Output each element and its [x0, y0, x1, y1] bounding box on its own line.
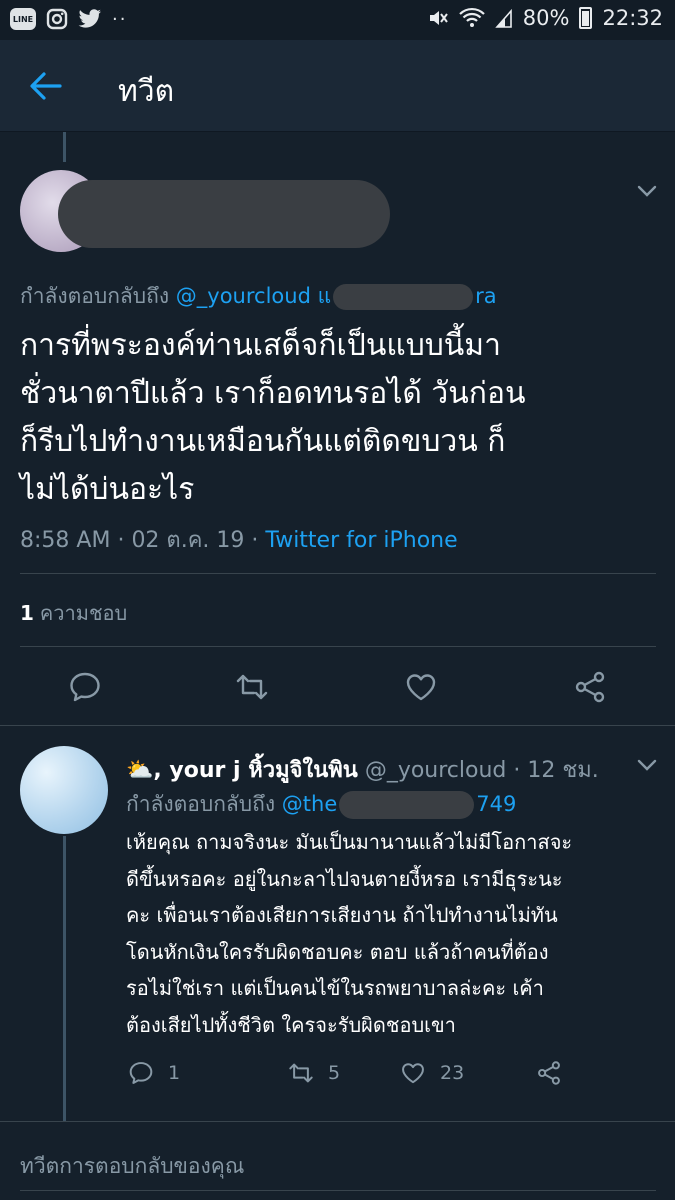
- reply-mention[interactable]: @_yourcloud แ: [176, 284, 331, 308]
- meta-separator: ·: [251, 528, 266, 553]
- reply-mention[interactable]: @the: [282, 792, 337, 816]
- reply-display-name[interactable]: ⛅, your j หิ้วมูจิในพิน: [126, 758, 358, 783]
- reply-icon: [129, 1062, 153, 1084]
- wifi-icon: [459, 7, 485, 27]
- like-heart-icon: [402, 1063, 424, 1084]
- tweet-time: 8:58 AM: [20, 528, 111, 553]
- redacted-mention: [339, 791, 475, 819]
- meta-separator: ·: [117, 528, 132, 553]
- battery-percent: 80%: [522, 6, 570, 30]
- like-label: ความชอบ: [39, 601, 128, 625]
- redacted-mention: [333, 284, 474, 310]
- divider: [20, 573, 656, 574]
- replying-to-label: กำลังตอบกลับถึง: [126, 792, 276, 816]
- reply-text-line: ดีขึ้นหรอคะ อยู่ในกะลาไปจนตายงี้หรอ เราม…: [126, 866, 563, 891]
- section-divider: [0, 725, 675, 726]
- app-bar: ทวีต: [0, 40, 675, 132]
- reply-icon[interactable]: [68, 670, 102, 704]
- composer-divider: [0, 1121, 675, 1122]
- redacted-author-name: [58, 180, 390, 248]
- status-bar: LINE ·· 80% 22:32: [0, 0, 675, 40]
- reply-text-line: โดนหักเงินใครรับผิดชอบคะ ตอบ แล้วถ้าคนที…: [126, 939, 549, 964]
- replying-to: กำลังตอบกลับถึง @_yourcloud แ ra: [20, 280, 497, 313]
- tweet-source[interactable]: Twitter for iPhone: [265, 528, 457, 553]
- thread-line-top: [63, 132, 66, 162]
- status-right: 80% 22:32: [427, 6, 663, 30]
- tweet-text-line: ชั่วนาตาปีแล้ว เราก็อดทนรอได้ วันก่อน: [20, 376, 526, 411]
- page-title: ทวีต: [118, 74, 175, 109]
- reply-header: ⛅, your j หิ้วมูจิในพิน @_yourcloud · 12…: [126, 752, 599, 787]
- line-app-icon: LINE: [10, 8, 36, 30]
- share-icon: [538, 1061, 560, 1085]
- retweet-action[interactable]: 5: [288, 1060, 340, 1086]
- replying-to: กำลังตอบกลับถึง @the 749: [126, 788, 516, 821]
- tweet-text: การที่พระองค์ท่านเสด็จก็เป็นแบบนี้มา ชั่…: [20, 322, 660, 514]
- mute-icon: [429, 11, 448, 25]
- chevron-down-icon[interactable]: [636, 184, 658, 198]
- reply-text-line: ต้องเสียไปทั้งชีวิต ใครจะรับผิดชอบเขา: [126, 1012, 456, 1037]
- tweet-text-line: ไม่ได้บ่นอะไร: [20, 472, 195, 507]
- notification-dots: ··: [112, 8, 128, 30]
- composer-underline: [20, 1190, 656, 1191]
- reply-text-line: คะ เพื่อนเราต้องเสียการเสียงาน ถ้าไปทำงา…: [126, 903, 558, 927]
- back-arrow-icon[interactable]: [26, 68, 66, 104]
- clock: 22:32: [602, 6, 663, 30]
- share-action[interactable]: [536, 1060, 562, 1086]
- retweet-icon: [289, 1063, 313, 1083]
- reply-action[interactable]: 1: [128, 1060, 180, 1086]
- like-heart-icon[interactable]: [404, 670, 438, 704]
- reply-text-line: เห้ยคุณ ถามจริงนะ มันเป็นมานานแล้วไม่มีโ…: [126, 830, 573, 854]
- reply-handle[interactable]: @_yourcloud: [365, 758, 507, 783]
- reply-avatar[interactable]: [20, 746, 108, 834]
- thread-line: [63, 836, 66, 1122]
- meta-separator: ·: [513, 758, 521, 783]
- signal-icon: [495, 8, 512, 28]
- chevron-down-icon[interactable]: [636, 758, 658, 772]
- tweet-meta: 8:58 AM · 02 ต.ค. 19 · Twitter for iPhon…: [20, 522, 458, 557]
- reply-time-ago: 12 ชม.: [527, 758, 599, 783]
- tweet-text-line: การที่พระองค์ท่านเสด็จก็เป็นแบบนี้มา: [20, 328, 501, 363]
- tweet-actions: [0, 660, 675, 716]
- twitter-bird-icon: [78, 9, 101, 28]
- likes-summary[interactable]: 1 ความชอบ: [20, 597, 127, 629]
- tweet-text-line: ก็รีบไปทำงานเหมือนกันแต่ติดขบวน ก็: [20, 424, 506, 459]
- battery-icon: [579, 7, 593, 29]
- reply-actions: 1 5 23: [126, 1060, 646, 1100]
- like-count: 23: [440, 1062, 465, 1084]
- share-icon[interactable]: [573, 670, 607, 704]
- like-action[interactable]: 23: [400, 1060, 464, 1086]
- reply-text: เห้ยคุณ ถามจริงนะ มันเป็นมานานแล้วไม่มีโ…: [126, 824, 656, 1043]
- reply-mention-tail[interactable]: ra: [475, 284, 497, 308]
- replying-to-label: กำลังตอบกลับถึง: [20, 284, 170, 308]
- divider: [20, 646, 656, 647]
- reply-composer[interactable]: ทวีตการตอบกลับของคุณ: [20, 1150, 244, 1183]
- like-count: 1: [20, 601, 34, 625]
- retweet-icon[interactable]: [235, 670, 269, 704]
- status-left: LINE ··: [10, 8, 127, 30]
- instagram-icon: [46, 8, 68, 30]
- reply-count: 1: [168, 1062, 181, 1084]
- tweet-date: 02 ต.ค. 19: [131, 528, 245, 553]
- reply-text-line: รอไม่ใช่เรา แต่เป็นคนไข้ในรถพยาบาลล่ะคะ …: [126, 976, 544, 1000]
- reply-mention-tail[interactable]: 749: [476, 792, 516, 816]
- retweet-count: 5: [328, 1062, 341, 1084]
